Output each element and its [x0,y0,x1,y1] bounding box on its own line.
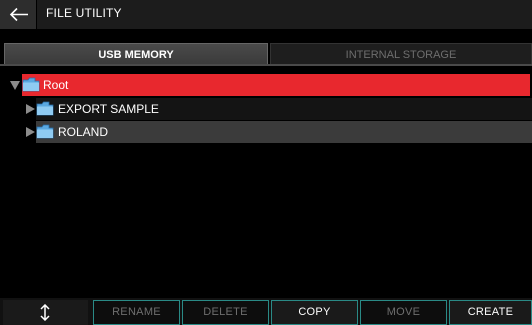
rename-button[interactable]: RENAME [93,300,180,325]
tab-internal-storage[interactable]: INTERNAL STORAGE [270,43,532,65]
folder-icon [36,124,54,139]
scroll-button[interactable] [3,300,88,325]
tree-row-root[interactable]: Root [22,74,530,96]
back-button[interactable] [0,0,37,29]
tree-row-label: EXPORT SAMPLE [58,102,159,116]
title-bar: FILE UTILITY [0,0,532,29]
copy-button[interactable]: COPY [271,300,358,325]
tree-row-export-sample[interactable]: EXPORT SAMPLE [36,98,532,120]
expanded-triangle-icon[interactable] [9,79,21,91]
create-folder-button[interactable]: CREATE FOLDER [449,300,532,325]
move-button[interactable]: MOVE [360,300,447,325]
collapsed-triangle-icon[interactable] [24,103,36,115]
folder-tree: Root EXPORT SAMPLE ROLAND [0,72,532,298]
tab-underline [0,64,532,66]
collapsed-triangle-icon[interactable] [24,126,36,138]
tree-row-label: Root [43,78,69,92]
back-arrow-icon [9,7,28,22]
scroll-updown-icon [40,304,50,321]
folder-icon [22,77,40,92]
tree-row-label: ROLAND [58,125,109,139]
tab-usb-memory[interactable]: USB MEMORY [4,43,268,65]
tree-row-roland[interactable]: ROLAND [36,121,532,143]
storage-tabs: USB MEMORY INTERNAL STORAGE [0,43,532,65]
page-title: FILE UTILITY [46,6,122,20]
function-bar: RENAME DELETE COPY MOVE CREATE FOLDER [0,298,532,325]
delete-button[interactable]: DELETE [182,300,269,325]
folder-icon [36,101,54,116]
